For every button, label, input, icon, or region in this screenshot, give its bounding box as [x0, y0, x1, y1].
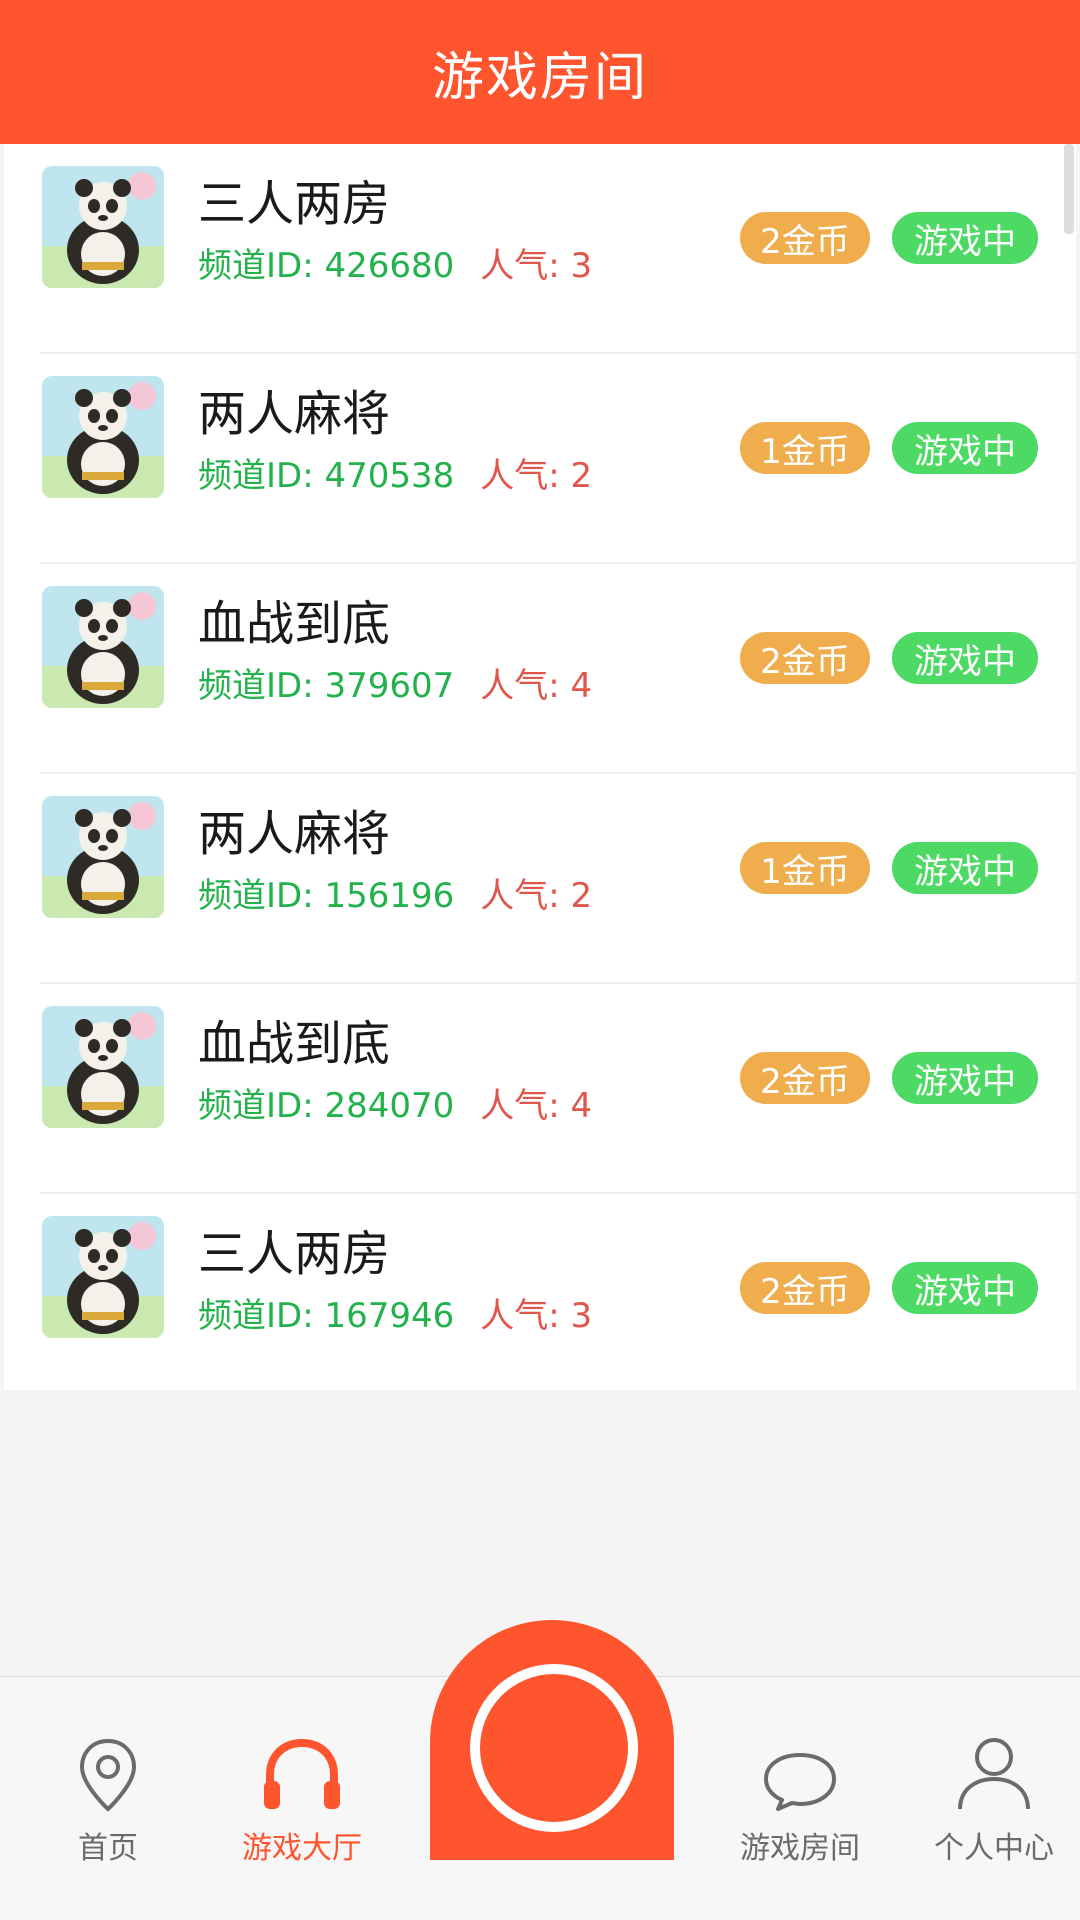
coin-cost-badge: 2金币 [740, 1262, 870, 1314]
status-badge: 游戏中 [892, 1052, 1038, 1104]
coin-cost-badge: 2金币 [740, 212, 870, 264]
channel-id: 频道ID: 167946 [198, 1296, 455, 1336]
status-badge: 游戏中 [892, 422, 1038, 474]
channel-id: 频道ID: 379607 [198, 666, 455, 706]
list-item[interactable]: 三人两房 频道ID: 167946 人气: 3 2金币 游戏中 [40, 1194, 1076, 1390]
panda-thumbnail-icon [42, 376, 164, 498]
room-meta: 频道ID: 379607 人气: 4 [198, 658, 592, 707]
list-item[interactable]: 两人麻将 频道ID: 156196 人气: 2 1金币 游戏中 [40, 774, 1076, 984]
status-badge: 游戏中 [892, 632, 1038, 684]
room-meta: 频道ID: 167946 人气: 3 [198, 1288, 592, 1337]
popularity: 人气: 2 [480, 876, 593, 916]
room-meta: 频道ID: 470538 人气: 2 [198, 448, 592, 497]
chat-bubble-icon [764, 1753, 836, 1811]
list-item[interactable]: 血战到底 频道ID: 284070 人气: 4 2金币 游戏中 [40, 984, 1076, 1194]
room-meta: 频道ID: 156196 人气: 2 [198, 868, 592, 917]
tab-game-rooms[interactable]: 游戏房间 [730, 1677, 870, 1867]
list-item[interactable]: 两人麻将 频道ID: 470538 人气: 2 1金币 游戏中 [40, 354, 1076, 564]
channel-id: 频道ID: 284070 [198, 1086, 455, 1126]
popularity: 人气: 4 [480, 666, 593, 706]
user-icon [958, 1738, 1030, 1810]
room-name: 三人两房 [198, 176, 391, 232]
panda-thumbnail-icon [42, 586, 164, 708]
room-meta: 频道ID: 426680 人气: 3 [198, 238, 592, 287]
coin-cost-badge: 2金币 [740, 632, 870, 684]
panda-thumbnail-icon [42, 1006, 164, 1128]
location-pin-icon [79, 1738, 137, 1812]
panda-thumbnail-icon [42, 1216, 164, 1338]
coin-cost-badge: 2金币 [740, 1052, 870, 1104]
room-name: 两人麻将 [198, 806, 391, 862]
room-name: 血战到底 [198, 596, 391, 652]
tab-home[interactable]: 首页 [36, 1677, 180, 1867]
room-name: 两人麻将 [198, 386, 391, 442]
popularity: 人气: 3 [480, 1296, 593, 1336]
headphones-icon [264, 1738, 340, 1809]
center-action-button[interactable] [430, 1620, 674, 1860]
tab-label: 游戏大厅 [242, 1831, 362, 1866]
popularity: 人气: 4 [480, 1086, 593, 1126]
room-meta: 频道ID: 284070 人气: 4 [198, 1078, 592, 1127]
channel-id: 频道ID: 470538 [198, 456, 455, 496]
popularity: 人气: 3 [480, 246, 593, 286]
panda-thumbnail-icon [42, 166, 164, 288]
record-circle-icon [470, 1664, 638, 1832]
page-title: 游戏房间 [431, 47, 648, 108]
channel-id: 频道ID: 156196 [198, 876, 455, 916]
coin-cost-badge: 1金币 [740, 842, 870, 894]
app-header: 游戏房间 [0, 0, 1080, 144]
tab-label: 游戏房间 [740, 1831, 860, 1866]
channel-id: 频道ID: 426680 [198, 246, 455, 286]
tab-label: 个人中心 [934, 1831, 1054, 1866]
list-item[interactable]: 三人两房 频道ID: 426680 人气: 3 2金币 游戏中 [40, 144, 1076, 354]
panda-thumbnail-icon [42, 796, 164, 918]
status-badge: 游戏中 [892, 212, 1038, 264]
status-badge: 游戏中 [892, 842, 1038, 894]
list-item[interactable]: 血战到底 频道ID: 379607 人气: 4 2金币 游戏中 [40, 564, 1076, 774]
game-rooms-screen: 游戏房间 三人两房 频道ID: 426680 人气: 3 2金币 游戏中 两人麻将… [0, 0, 1080, 1920]
room-name: 血战到底 [198, 1016, 391, 1072]
tab-label: 首页 [78, 1831, 138, 1866]
popularity: 人气: 2 [480, 456, 593, 496]
coin-cost-badge: 1金币 [740, 422, 870, 474]
scrollbar[interactable] [1064, 144, 1074, 234]
tab-profile[interactable]: 个人中心 [924, 1677, 1064, 1867]
tab-game-hall[interactable]: 游戏大厅 [222, 1677, 382, 1867]
room-name: 三人两房 [198, 1226, 391, 1282]
room-list[interactable]: 三人两房 频道ID: 426680 人气: 3 2金币 游戏中 两人麻将 频道ID… [4, 144, 1076, 1390]
status-badge: 游戏中 [892, 1262, 1038, 1314]
